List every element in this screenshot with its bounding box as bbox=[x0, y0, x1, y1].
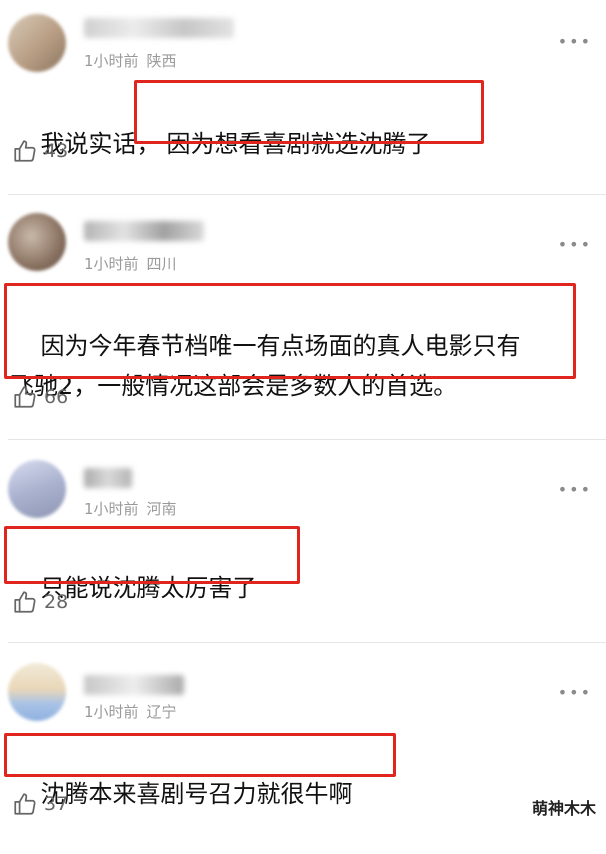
username[interactable] bbox=[84, 221, 204, 241]
like-count: 37 bbox=[44, 793, 69, 815]
avatar[interactable] bbox=[8, 213, 66, 271]
username[interactable] bbox=[84, 18, 234, 38]
comment-time: 1小时前 bbox=[84, 500, 139, 518]
thumbs-up-icon bbox=[14, 140, 36, 162]
comment-meta: 1小时前 陕西 bbox=[84, 50, 177, 71]
comment-region: 陕西 bbox=[146, 52, 177, 70]
more-options-icon[interactable]: ••• bbox=[558, 683, 592, 702]
thumbs-up-icon bbox=[14, 591, 36, 613]
username[interactable] bbox=[84, 675, 184, 695]
comment-text-highlight: 沈腾本来喜剧号召力就很牛啊 bbox=[40, 780, 353, 808]
avatar[interactable] bbox=[8, 14, 66, 72]
avatar[interactable] bbox=[8, 460, 66, 518]
like-count: 28 bbox=[44, 591, 69, 613]
like-button[interactable]: 28 bbox=[12, 589, 68, 615]
highlight-box bbox=[4, 283, 576, 379]
comment-item: 1小时前 河南 ••• 只能说沈腾太厉害了 28 bbox=[0, 440, 606, 643]
username[interactable] bbox=[84, 468, 132, 488]
like-button[interactable]: 37 bbox=[12, 791, 68, 817]
comment-time: 1小时前 bbox=[84, 52, 139, 70]
like-button[interactable]: 66 bbox=[12, 384, 68, 410]
comment-region: 辽宁 bbox=[146, 703, 177, 721]
comment-region: 四川 bbox=[146, 255, 177, 273]
more-options-icon[interactable]: ••• bbox=[558, 32, 592, 51]
highlight-box bbox=[4, 733, 396, 777]
thumbs-up-icon bbox=[14, 793, 36, 815]
comment-time: 1小时前 bbox=[84, 255, 139, 273]
highlight-box bbox=[134, 80, 484, 144]
comment-meta: 1小时前 辽宁 bbox=[84, 701, 177, 722]
comment-region: 河南 bbox=[146, 500, 177, 518]
comment-meta: 1小时前 河南 bbox=[84, 498, 177, 519]
comment-time: 1小时前 bbox=[84, 703, 139, 721]
comment-meta: 1小时前 四川 bbox=[84, 253, 177, 274]
more-options-icon[interactable]: ••• bbox=[558, 480, 592, 499]
avatar[interactable] bbox=[8, 663, 66, 721]
comment-item: 1小时前 四川 ••• 因为今年春节档唯一有点场面的真人电影只有 飞驰2，一般情况… bbox=[0, 195, 606, 440]
like-count: 43 bbox=[44, 140, 69, 162]
more-options-icon[interactable]: ••• bbox=[558, 235, 592, 254]
like-button[interactable]: 43 bbox=[12, 138, 68, 164]
comment-item: 1小时前 陕西 ••• 我说实话， 因为想看喜剧就选沈腾了 43 bbox=[0, 0, 606, 195]
thumbs-up-icon bbox=[14, 386, 36, 408]
comment-item: 1小时前 辽宁 ••• 沈腾本来喜剧号召力就很牛啊 37 bbox=[0, 643, 606, 831]
highlight-box bbox=[4, 526, 300, 584]
like-count: 66 bbox=[44, 386, 69, 408]
watermark: 萌神木木 bbox=[531, 799, 596, 818]
